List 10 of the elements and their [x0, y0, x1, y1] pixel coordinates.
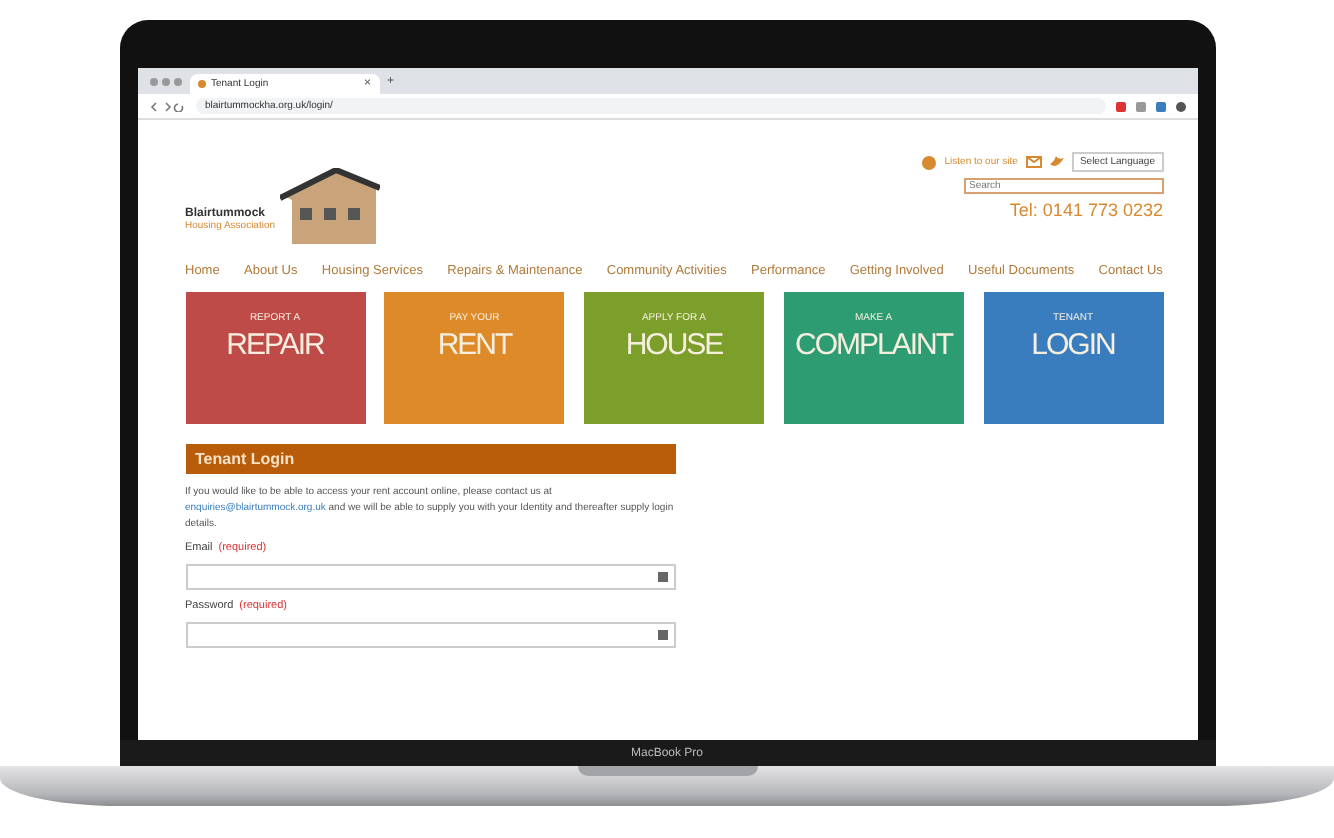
section-heading: Tenant Login: [185, 444, 675, 474]
house-logo-icon[interactable]: [279, 168, 380, 248]
input-field[interactable]: [185, 622, 675, 648]
navigation-icons[interactable]: [149, 101, 185, 111]
site-icon: [197, 80, 205, 88]
mail-icon[interactable]: [1025, 156, 1042, 168]
profile-icon[interactable]: [1175, 101, 1185, 111]
input-field[interactable]: [185, 564, 675, 590]
phone-number: Tel: 0141 773 0232: [1009, 200, 1163, 220]
window-controls-icon[interactable]: [149, 77, 181, 85]
